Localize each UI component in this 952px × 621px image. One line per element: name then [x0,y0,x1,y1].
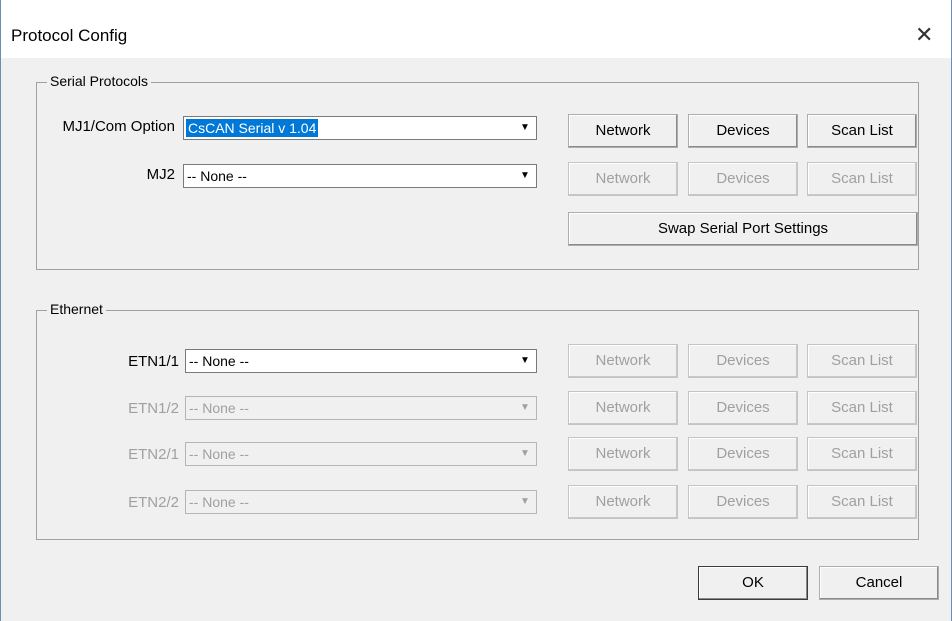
mj2-devices-button: Devices [688,162,798,196]
title-bar: Protocol Config ✕ [1,0,951,58]
mj1-protocol-select[interactable]: CsCAN Serial v 1.04 ▼ [183,116,537,140]
etn1-2-protocol-select: -- None -- ▼ [185,396,537,420]
mj1-devices-button[interactable]: Devices [688,114,798,148]
ethernet-legend: Ethernet [47,301,106,317]
mj1-selected-value: CsCAN Serial v 1.04 [186,119,319,137]
etn2-1-protocol-select: -- None -- ▼ [185,442,537,466]
etn2-2-scan-list-button: Scan List [807,485,917,519]
window-title: Protocol Config [11,26,128,45]
etn2-1-scan-list-button: Scan List [807,437,917,471]
etn2-2-network-button: Network [568,485,678,519]
etn1-1-devices-button: Devices [688,344,798,378]
mj1-scan-list-button[interactable]: Scan List [807,114,917,148]
cancel-button[interactable]: Cancel [819,566,939,600]
mj1-label: MJ1/Com Option [62,118,175,135]
etn2-1-label: ETN2/1 [128,446,179,463]
etn2-1-selected-value: -- None -- [189,446,249,462]
etn1-2-devices-button: Devices [688,391,798,425]
etn1-2-network-button: Network [568,391,678,425]
mj2-scan-list-button: Scan List [807,162,917,196]
etn2-2-protocol-select: -- None -- ▼ [185,490,537,514]
dropdown-arrow-icon[interactable]: ▼ [515,118,535,138]
protocol-config-window: Protocol Config ✕ Serial Protocols MJ1/C… [0,0,952,621]
dropdown-arrow-icon[interactable]: ▼ [515,351,535,371]
etn1-1-label: ETN1/1 [128,353,179,370]
dropdown-arrow-icon: ▼ [520,402,530,413]
etn2-2-selected-value: -- None -- [189,494,249,510]
etn1-1-protocol-select[interactable]: -- None -- ▼ [185,349,537,373]
swap-serial-port-settings-button[interactable]: Swap Serial Port Settings [568,212,918,246]
dropdown-arrow-icon: ▼ [520,496,530,507]
ok-button[interactable]: OK [698,566,808,600]
mj1-network-button[interactable]: Network [568,114,678,148]
etn1-1-scan-list-button: Scan List [807,344,917,378]
serial-protocols-legend: Serial Protocols [47,73,152,89]
etn2-2-devices-button: Devices [688,485,798,519]
dropdown-arrow-icon: ▼ [520,448,530,459]
close-icon[interactable]: ✕ [915,22,933,48]
etn1-2-label: ETN1/2 [128,400,179,417]
etn1-2-scan-list-button: Scan List [807,391,917,425]
etn2-1-devices-button: Devices [688,437,798,471]
etn1-2-selected-value: -- None -- [189,400,249,416]
etn1-1-network-button: Network [568,344,678,378]
etn1-1-selected-value: -- None -- [189,353,249,369]
dropdown-arrow-icon[interactable]: ▼ [515,166,535,186]
etn2-2-label: ETN2/2 [128,494,179,511]
mj2-selected-value: -- None -- [187,168,247,184]
mj2-label: MJ2 [146,166,175,183]
etn2-1-network-button: Network [568,437,678,471]
mj2-protocol-select[interactable]: -- None -- ▼ [183,164,537,188]
mj2-network-button: Network [568,162,678,196]
